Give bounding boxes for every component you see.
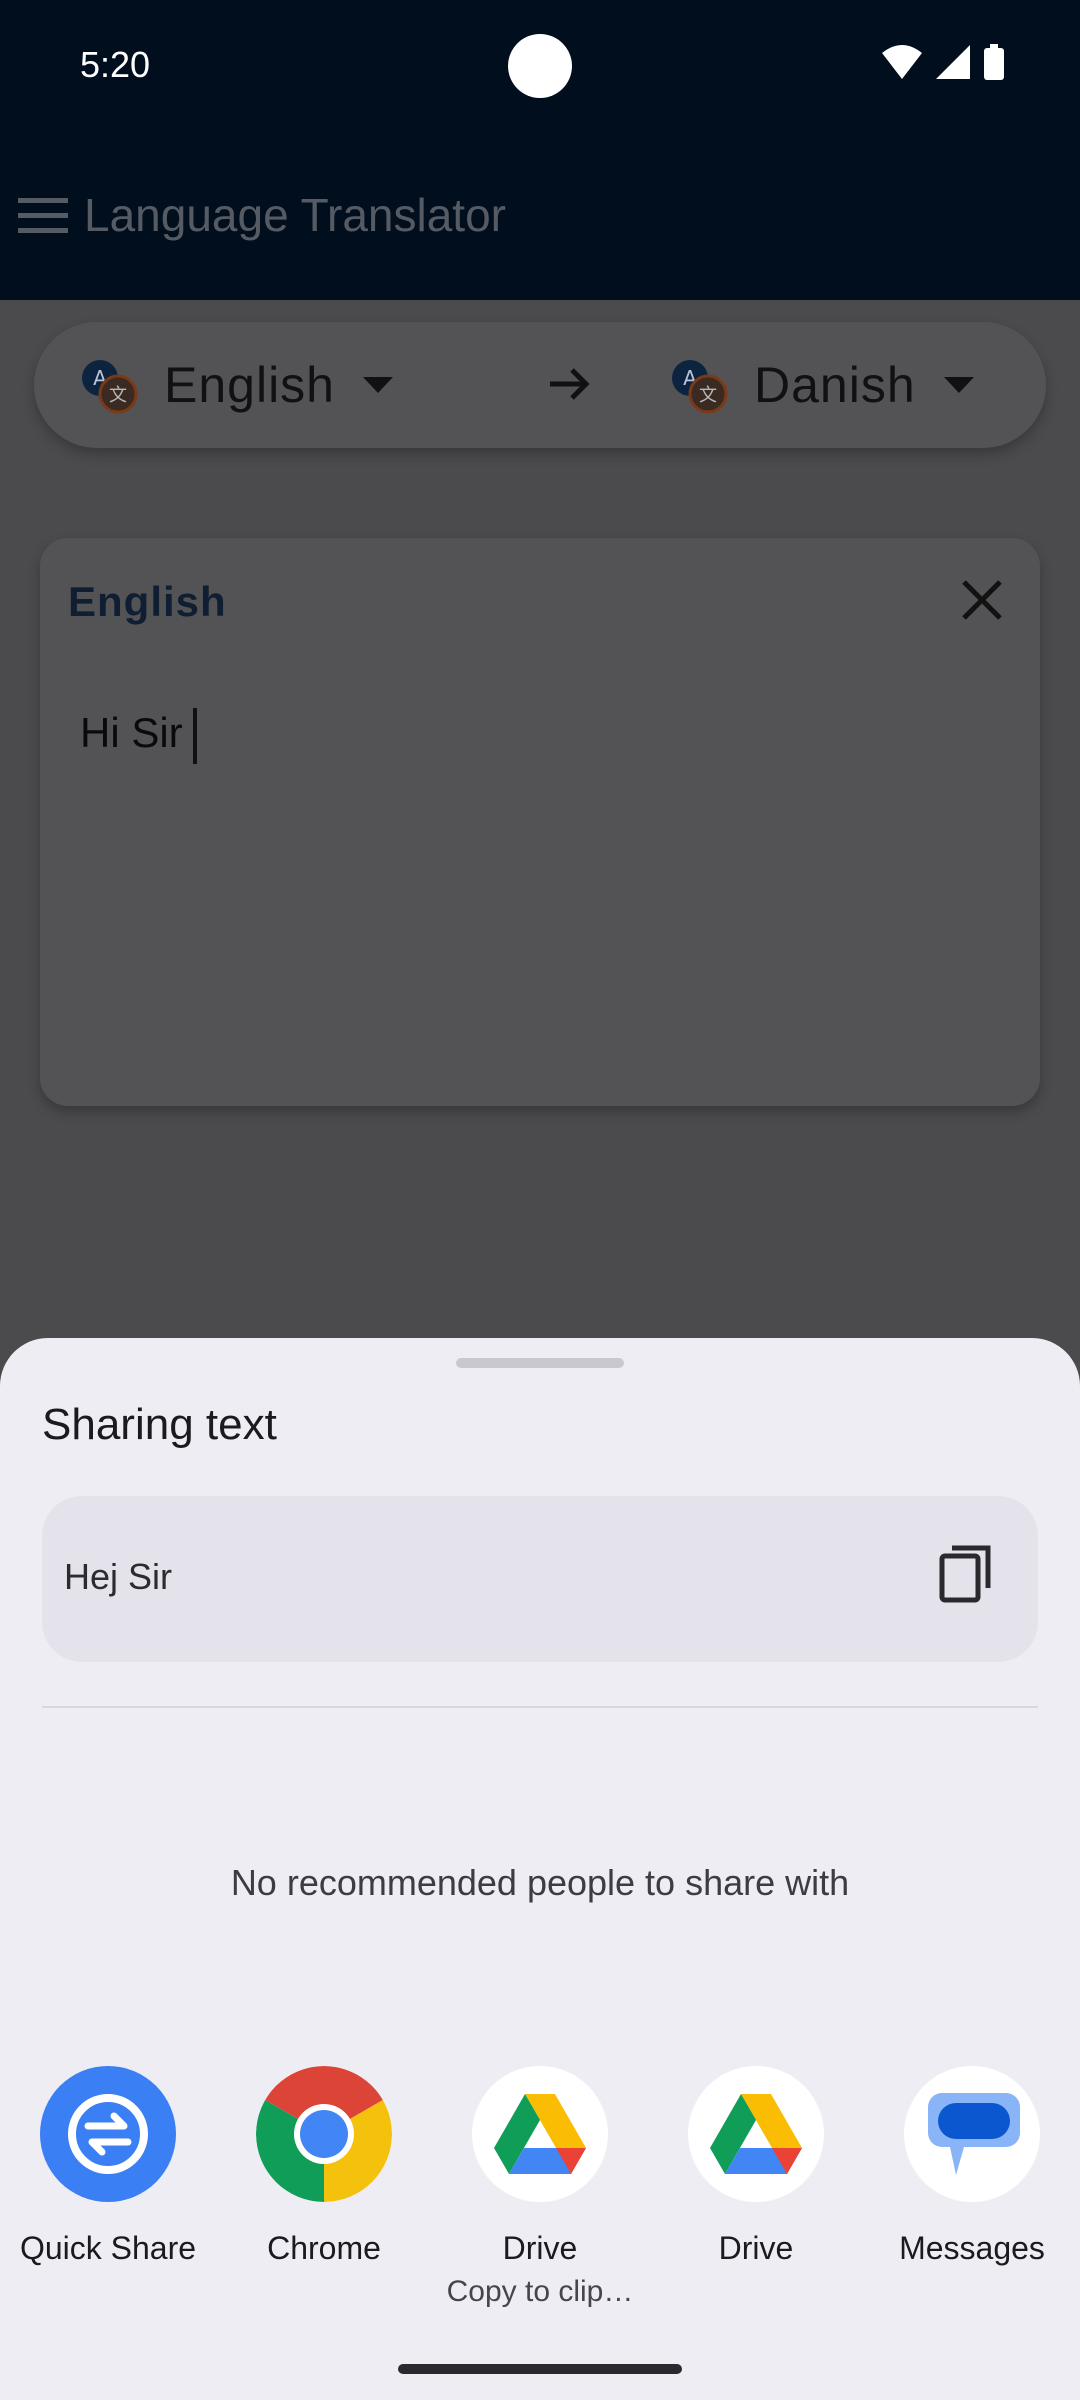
share-sheet: Sharing text Hej Sir No recommended peop… <box>0 1338 1080 2400</box>
quick-share-icon <box>40 2066 176 2202</box>
share-target-sublabel: Copy to clip… <box>446 2275 634 2308</box>
no-recommendations-message: No recommended people to share with <box>230 1862 850 1903</box>
menu-icon[interactable] <box>18 196 68 236</box>
status-time: 5:20 <box>80 44 151 85</box>
input-language-label: English <box>68 578 227 625</box>
share-target-messages[interactable]: Messages <box>864 2066 1080 2267</box>
chevron-down-icon <box>943 377 974 393</box>
preview-text: Hej Sir <box>64 1556 173 1597</box>
share-target-drive-copy[interactable]: Drive Copy to clip… <box>432 2066 648 2309</box>
source-language-label: English <box>164 357 335 413</box>
wifi-icon <box>882 45 922 79</box>
share-target-label: Drive <box>718 2230 794 2266</box>
signal-icon <box>936 45 970 79</box>
share-target-drive[interactable]: Drive <box>648 2066 864 2267</box>
share-target-chrome[interactable]: Chrome <box>216 2066 432 2267</box>
divider <box>42 1706 1038 1708</box>
input-text-field[interactable]: Hi Sir <box>80 708 197 764</box>
arrow-right-icon[interactable] <box>546 360 594 408</box>
messages-icon <box>904 2066 1040 2202</box>
app-title: Language Translator <box>84 189 506 241</box>
target-language-selector[interactable]: A 文 Danish <box>668 322 974 448</box>
translate-icon: A 文 <box>672 360 728 414</box>
close-icon[interactable] <box>960 578 1004 622</box>
chrome-icon <box>256 2066 392 2202</box>
share-target-label: Quick Share <box>19 2230 197 2266</box>
copy-icon[interactable] <box>938 1544 994 1604</box>
camera-cutout <box>508 34 572 98</box>
share-target-label: Messages <box>899 2230 1045 2266</box>
share-target-quick-share[interactable]: Quick Share <box>0 2066 216 2267</box>
input-card: English Hi Sir <box>40 538 1040 1106</box>
top-app-bar: 5:20 Language Translator <box>0 0 1080 300</box>
source-language-selector[interactable]: A 文 English <box>78 322 393 448</box>
drag-handle[interactable] <box>456 1358 624 1368</box>
translate-icon: A 文 <box>82 360 138 414</box>
gesture-navigation-bar[interactable] <box>398 2364 682 2374</box>
battery-icon <box>984 44 1004 80</box>
text-cursor <box>192 708 197 764</box>
svg-text:文: 文 <box>109 385 127 406</box>
drive-icon <box>688 2066 824 2202</box>
status-icons <box>882 44 1004 80</box>
chevron-down-icon <box>363 377 393 393</box>
target-language-label: Danish <box>754 357 916 413</box>
share-target-label: Chrome <box>267 2230 381 2266</box>
drive-icon <box>472 2066 608 2202</box>
input-text: Hi Sir <box>80 709 183 757</box>
svg-text:文: 文 <box>699 385 717 406</box>
sheet-title: Sharing text <box>42 1400 277 1449</box>
language-selector-bar: A 文 English A 文 Danish <box>34 322 1046 448</box>
shared-text-preview: Hej Sir <box>42 1496 1038 1662</box>
share-target-label: Drive <box>502 2230 578 2266</box>
